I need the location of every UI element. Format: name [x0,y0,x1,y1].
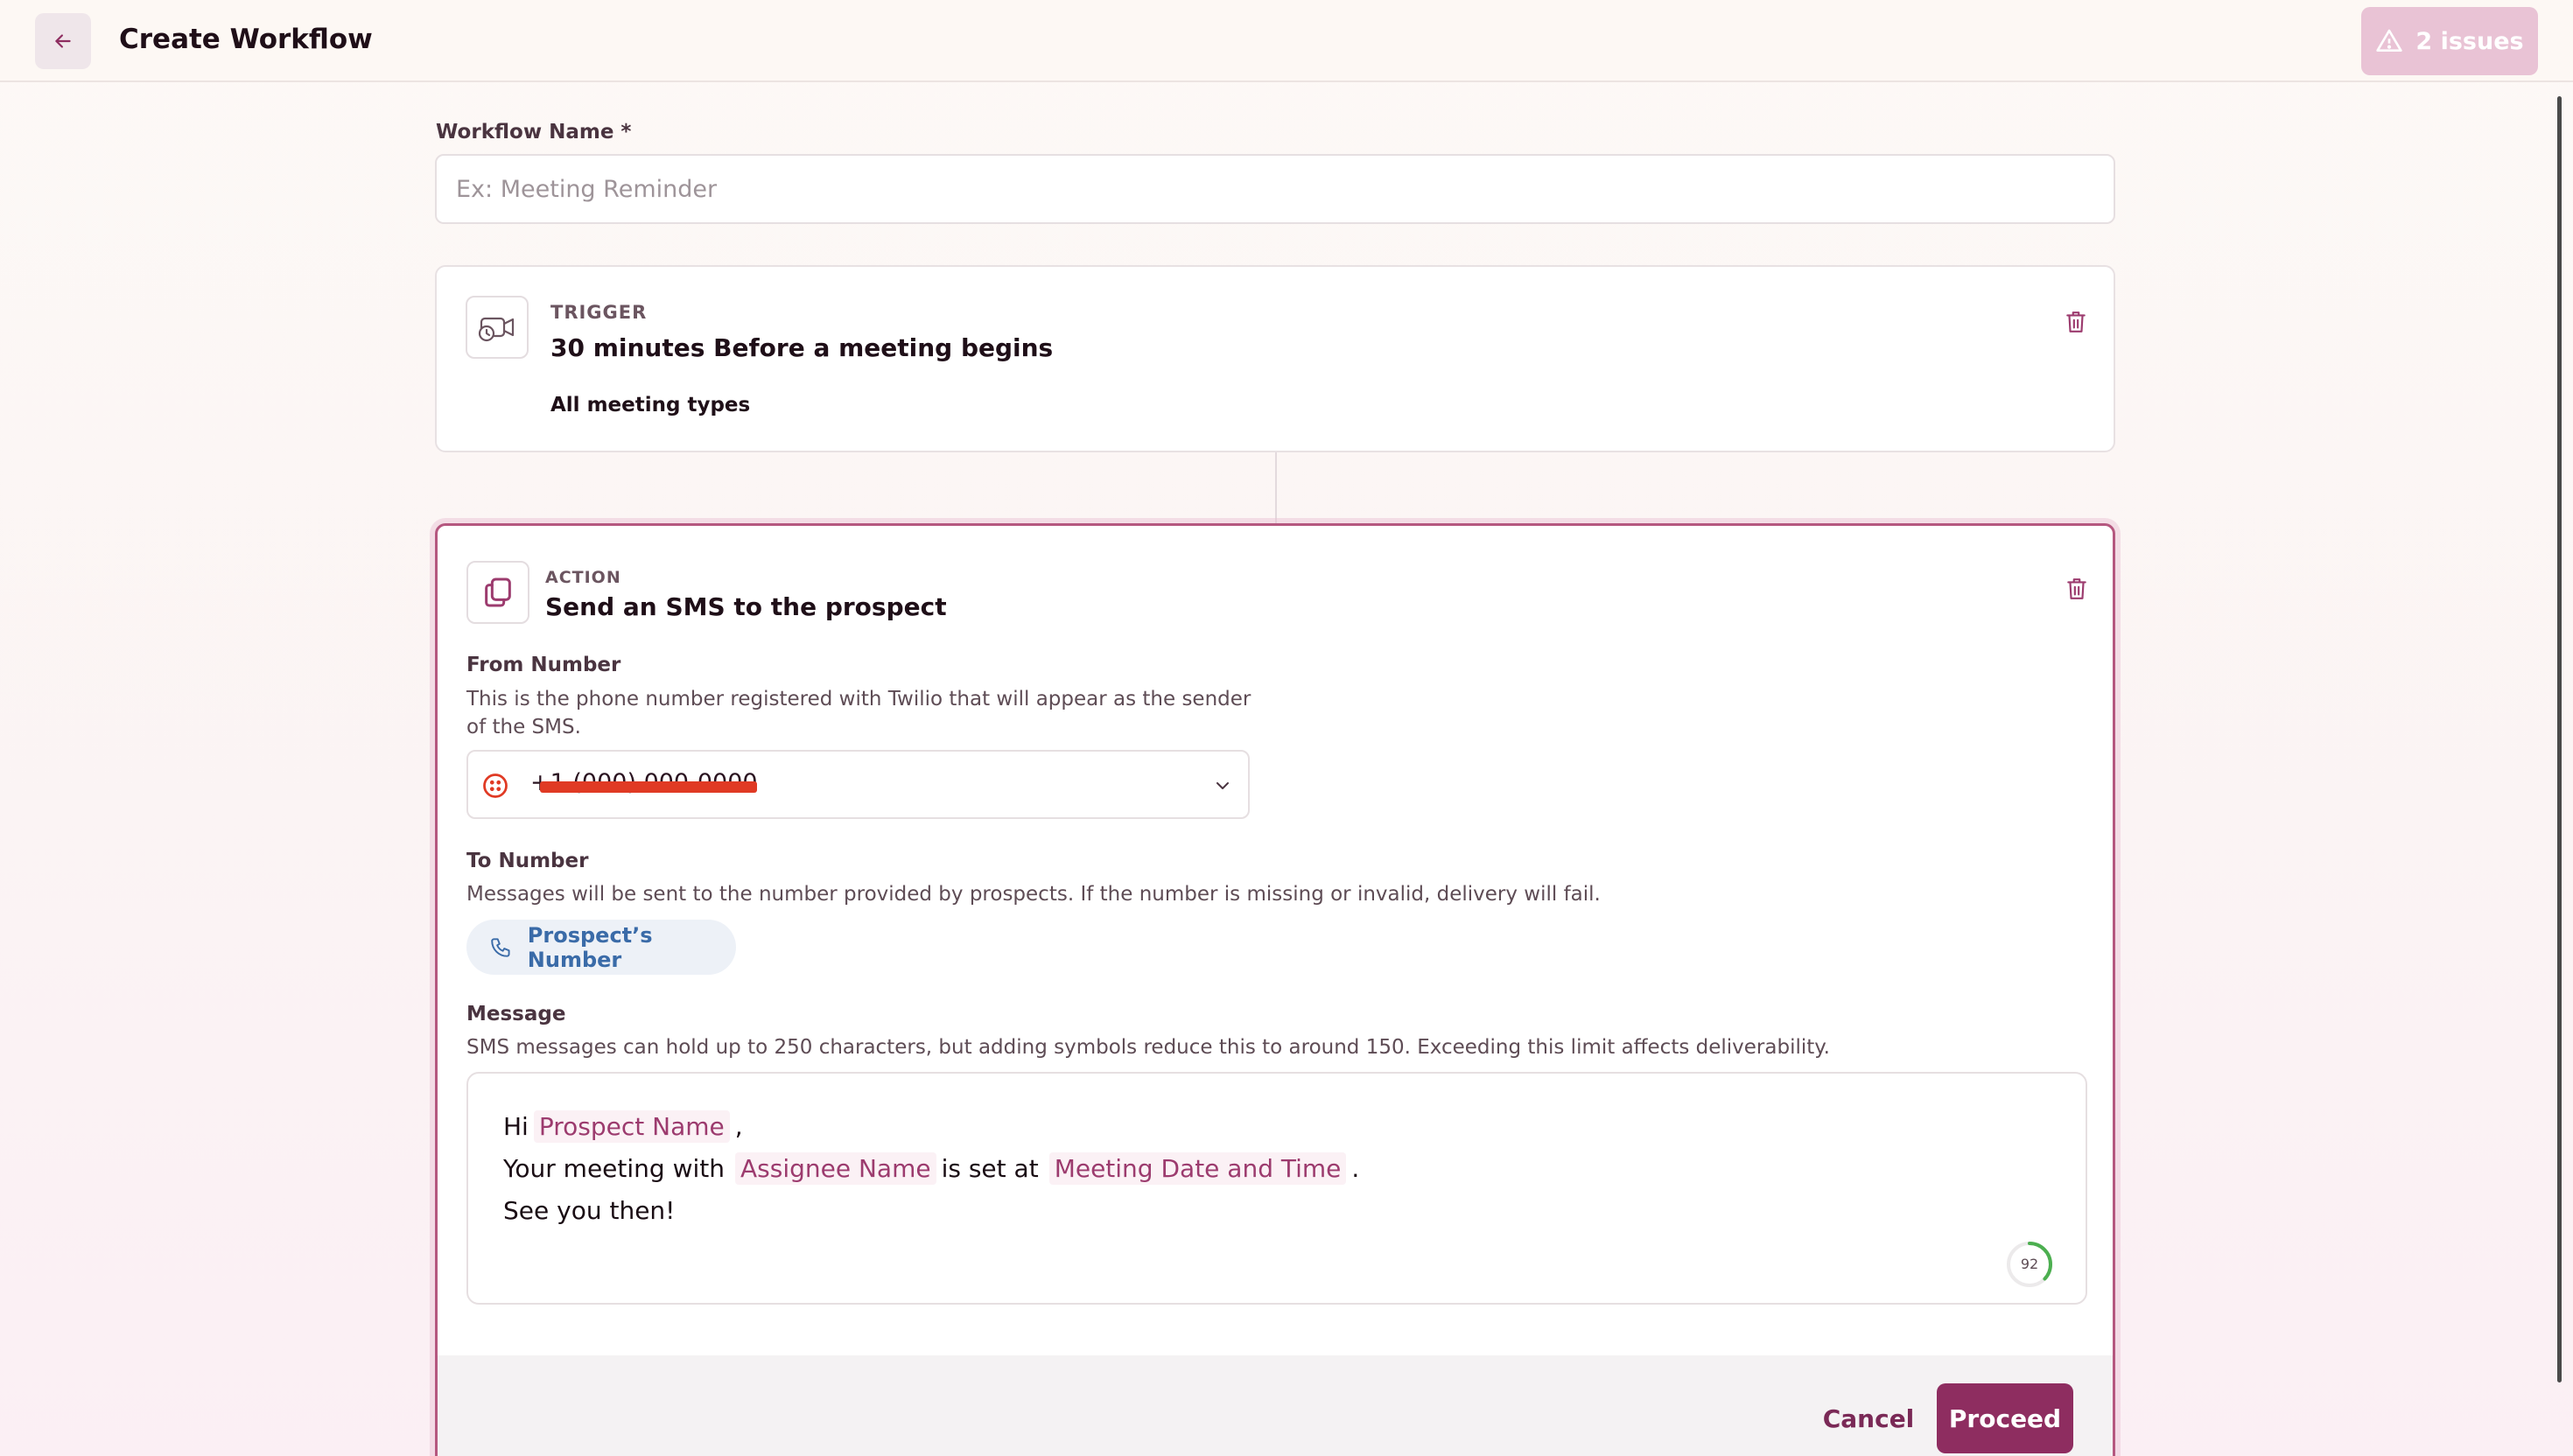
cancel-button[interactable]: Cancel [1812,1383,1925,1453]
workflow-name-input[interactable] [435,154,2115,224]
from-number-select[interactable]: +1 (000) 000-0000 [466,750,1250,819]
delete-trigger-button[interactable] [2058,304,2093,340]
message-help: SMS messages can hold up to 250 characte… [466,1036,1830,1059]
video-clock-icon [478,317,515,342]
workflow-name-label: Workflow Name * [436,121,632,144]
back-button[interactable] [35,13,91,69]
sms-copy-icon [485,578,511,607]
to-number-label: To Number [466,850,589,872]
message-editor[interactable]: Hi Prospect Name, Your meeting with Assign… [466,1072,2087,1305]
chevron-down-icon [1216,782,1229,789]
character-counter-value: 92 [2021,1256,2038,1272]
assignee-name-token[interactable]: Assignee Name [734,1152,936,1185]
issues-button[interactable]: 2 issues [2361,7,2538,75]
to-number-help: Messages will be sent to the number prov… [466,883,1601,906]
issues-label: 2 issues [2415,27,2524,55]
warning-triangle-icon [2376,29,2403,52]
from-number-help-line2: of the SMS. [466,716,581,738]
back-arrow-icon [55,34,71,48]
character-counter: 92 [2007,1242,2052,1287]
message-label: Message [466,1003,566,1026]
action-eyebrow: ACTION [545,568,621,587]
proceed-button[interactable]: Proceed [1937,1383,2073,1453]
page-title: Create Workflow [119,24,373,55]
trigger-title: 30 minutes Before a meeting begins [550,333,1054,362]
trigger-card[interactable]: TRIGGER 30 minutes Before a meeting begi… [435,265,2115,452]
action-title: Send an SMS to the prospect [545,592,947,621]
meeting-datetime-token[interactable]: Meeting Date and Time [1048,1152,1347,1185]
trash-icon [2066,312,2086,332]
phone-icon [491,937,510,957]
page-scrollbar[interactable] [2557,96,2562,1382]
action-card[interactable]: ACTION Send an SMS to the prospect From … [435,523,2115,1456]
trigger-meeting-types: All meeting types [550,394,751,416]
prospect-name-token[interactable]: Prospect Name [533,1110,730,1143]
from-number-label: From Number [466,654,621,676]
from-number-help-line1: This is the phone number registered with… [466,688,1251,710]
delete-action-button[interactable] [2059,571,2094,606]
prospect-number-label: Prospect’s Number [527,922,653,972]
prospect-number-chip[interactable]: Prospect’s Number [466,920,736,975]
top-bar: Create Workflow 2 issues [0,0,2573,82]
action-icon-box [466,561,529,624]
message-line-1: Hi Prospect Name, [503,1110,743,1143]
twilio-icon [483,774,508,798]
phone-redaction-mark [540,781,757,793]
flow-connector [1275,452,1277,523]
message-line-3: See you then! [503,1196,676,1225]
trigger-icon-box [466,296,529,359]
message-line-2: Your meeting with Assignee Name is set at M… [503,1152,1360,1185]
action-footer: Cancel Proceed [438,1355,2113,1456]
trash-icon [2067,578,2086,599]
trigger-eyebrow: TRIGGER [550,302,648,323]
